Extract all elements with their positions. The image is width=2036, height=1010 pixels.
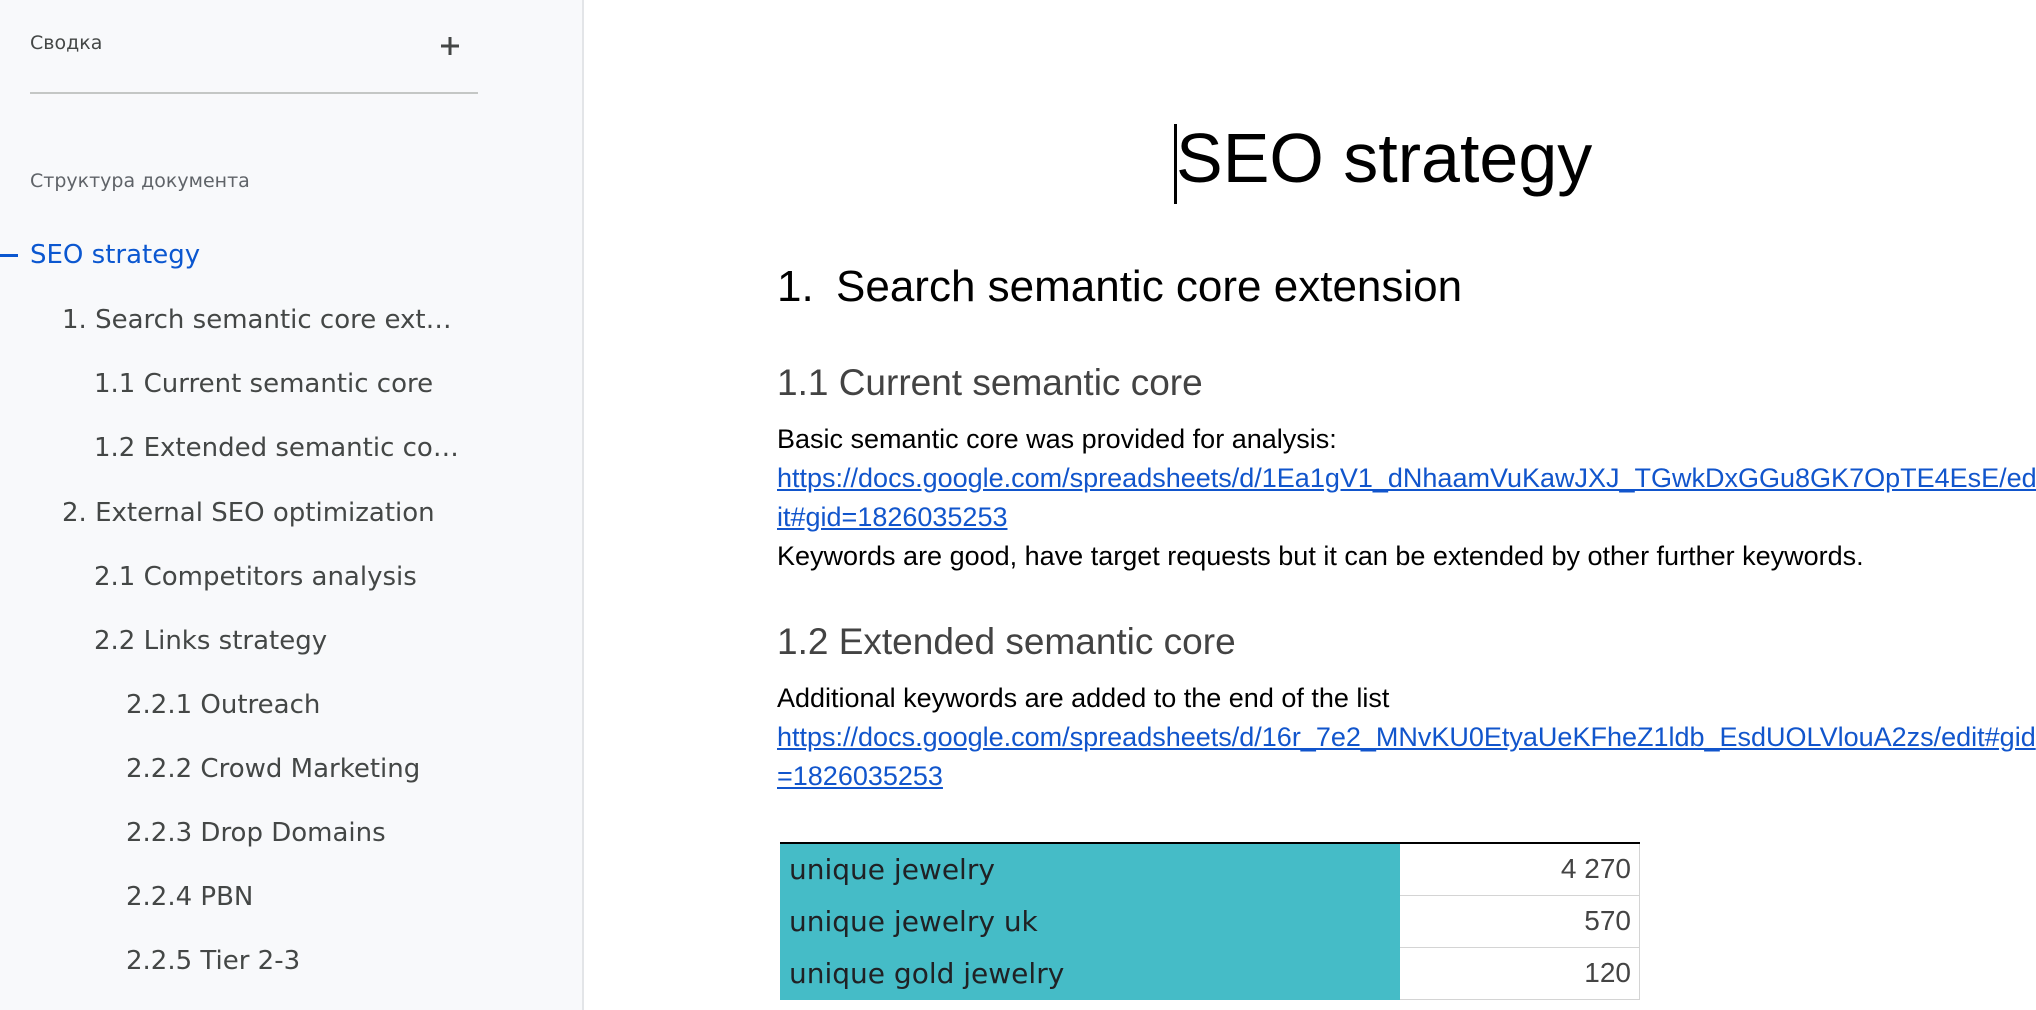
document-outline-sidebar: Сводка Структура документа SEO strategy … <box>0 0 584 1010</box>
outline-item-pbn[interactable]: 2.2.4 PBN <box>126 875 253 919</box>
paragraph-keywords-note: Keywords are good, have target requests … <box>777 541 1864 571</box>
keyword-cell: unique jewelry uk <box>779 894 1401 948</box>
outline-item-competitors-analysis[interactable]: 2.1 Competitors analysis <box>94 555 417 599</box>
table-row: unique jewelry uk 570 <box>779 894 1640 948</box>
volume-cell: 4 270 <box>1399 842 1640 896</box>
table-row: unique jewelry 4 270 <box>779 842 1640 896</box>
sidebar-divider <box>30 92 478 94</box>
outline-item-drop-domains[interactable]: 2.2.3 Drop Domains <box>126 811 386 855</box>
outline-item-extended-semantic-core[interactable]: 1.2 Extended semantic co… <box>94 426 459 470</box>
document-canvas[interactable]: SEO strategy 1. Search semantic core exte… <box>586 0 2036 1010</box>
outline-item-external-seo[interactable]: 2. External SEO optimization <box>62 491 435 535</box>
outline-title: Структура документа <box>30 170 250 192</box>
outline-item-search-semantic-core[interactable]: 1. Search semantic core ext… <box>62 298 452 342</box>
heading-number: 1. <box>777 262 814 311</box>
keyword-cell: unique gold jewelry <box>779 946 1401 1000</box>
summary-label: Сводка <box>30 32 103 54</box>
heading-text: Search semantic core extension <box>836 262 1463 311</box>
volume-cell: 120 <box>1399 946 1640 1000</box>
volume-cell: 570 <box>1399 894 1640 948</box>
outline-item-current-semantic-core[interactable]: 1.1 Current semantic core <box>94 362 433 406</box>
outline-item-outreach[interactable]: 2.2.1 Outreach <box>126 683 320 727</box>
heading-search-semantic-core: 1. Search semantic core extension <box>777 262 1462 312</box>
link-extended-core-spreadsheet[interactable]: https://docs.google.com/spreadsheets/d/1… <box>777 718 2036 796</box>
paragraph-basic-core: Basic semantic core was provided for ana… <box>777 424 1337 454</box>
summary-section: Сводка <box>30 26 478 66</box>
keyword-cell: unique jewelry <box>779 842 1401 896</box>
keywords-table: unique jewelry 4 270 unique jewelry uk 5… <box>779 842 1640 1000</box>
heading-current-semantic-core: 1.1 Current semantic core <box>777 362 1203 403</box>
active-heading-indicator <box>0 254 18 257</box>
outline-item-seo-strategy[interactable]: SEO strategy <box>30 233 200 277</box>
plus-icon <box>441 37 459 55</box>
heading-extended-semantic-core: 1.2 Extended semantic core <box>777 621 1236 662</box>
outline-item-crowd-marketing[interactable]: 2.2.2 Crowd Marketing <box>126 747 420 791</box>
paragraph-additional-keywords: Additional keywords are added to the end… <box>777 683 1390 713</box>
outline-item-links-strategy[interactable]: 2.2 Links strategy <box>94 619 327 663</box>
outline-item-tier-2-3[interactable]: 2.2.5 Tier 2-3 <box>126 939 300 983</box>
link-current-core-spreadsheet[interactable]: https://docs.google.com/spreadsheets/d/1… <box>777 459 2036 537</box>
table-row: unique gold jewelry 120 <box>779 946 1640 1000</box>
document-title: SEO strategy <box>1176 119 1593 197</box>
docs-app: Сводка Структура документа SEO strategy … <box>0 0 2036 1010</box>
add-summary-button[interactable] <box>430 26 470 66</box>
